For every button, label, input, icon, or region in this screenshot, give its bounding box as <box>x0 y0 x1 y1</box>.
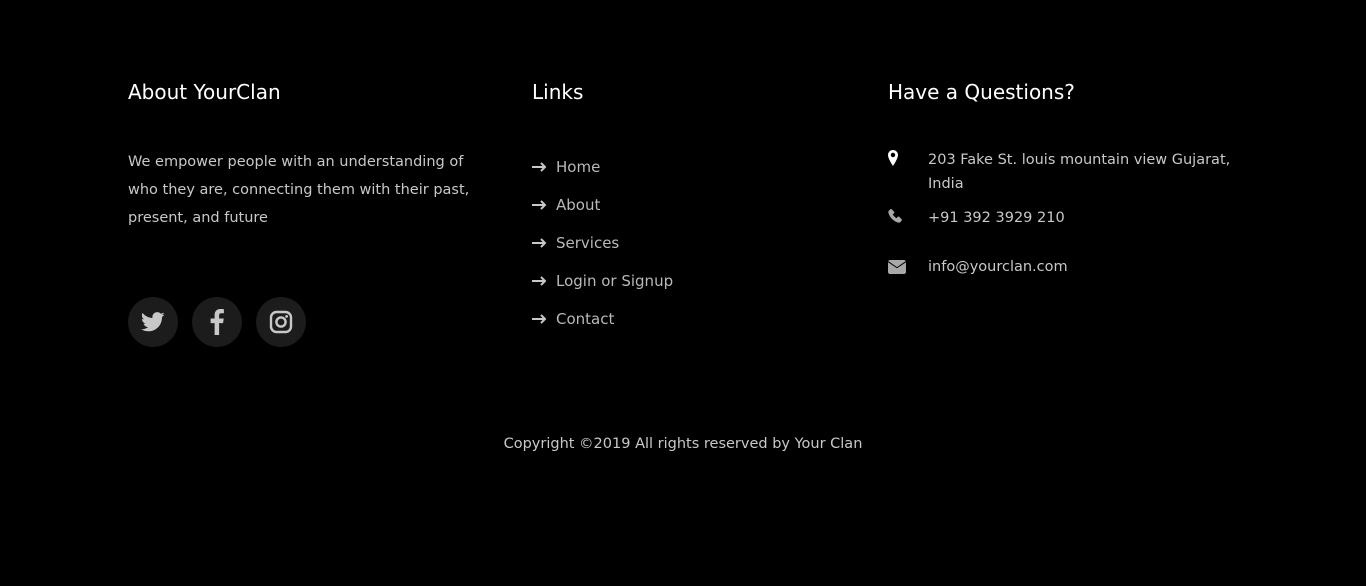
arrow-right-icon <box>532 162 548 172</box>
email-text: info@yourclan.com <box>928 259 1068 275</box>
footer-link-label: Contact <box>556 310 615 328</box>
footer-link-about[interactable]: About <box>532 186 673 224</box>
about-text: We empower people with an understanding … <box>128 154 470 226</box>
footer-link-label: Services <box>556 234 620 252</box>
footer-link-home[interactable]: Home <box>532 148 673 186</box>
footer-link-login-signup[interactable]: Login or Signup <box>532 262 673 300</box>
social-links <box>128 297 306 347</box>
facebook-button[interactable] <box>192 297 242 347</box>
map-marker-icon <box>888 148 928 166</box>
address-text: 203 Fake St. louis mountain view Gujarat… <box>928 152 1231 192</box>
site-footer: About YourClan We empower people with an… <box>0 0 1366 586</box>
instagram-button[interactable] <box>256 297 306 347</box>
footer-link-services[interactable]: Services <box>532 224 673 262</box>
links-title: Links <box>532 80 584 104</box>
arrow-right-icon <box>532 314 548 324</box>
twitter-icon <box>141 312 165 332</box>
arrow-right-icon <box>532 276 548 286</box>
instagram-icon <box>269 310 293 334</box>
footer-link-contact[interactable]: Contact <box>532 300 673 338</box>
contact-phone[interactable]: +91 392 3929 210 <box>888 206 1238 230</box>
footer-link-label: Login or Signup <box>556 272 674 290</box>
arrow-right-icon <box>532 238 548 248</box>
about-title: About YourClan <box>128 80 281 104</box>
footer-link-label: Home <box>556 158 601 176</box>
envelope-icon <box>888 255 928 274</box>
facebook-icon <box>210 309 224 335</box>
copyright-text: Copyright ©2019 All rights reserved by Y… <box>503 436 863 452</box>
contact-email[interactable]: info@yourclan.com <box>888 255 1238 279</box>
twitter-button[interactable] <box>128 297 178 347</box>
phone-icon <box>888 206 928 223</box>
phone-text: +91 392 3929 210 <box>928 210 1065 226</box>
contact-address: 203 Fake St. louis mountain view Gujarat… <box>888 148 1238 196</box>
contact-title: Have a Questions? <box>888 80 1075 104</box>
footer-link-label: About <box>556 196 601 214</box>
arrow-right-icon <box>532 200 548 210</box>
footer-links: Home About Services Login or Signup Cont… <box>532 148 673 338</box>
